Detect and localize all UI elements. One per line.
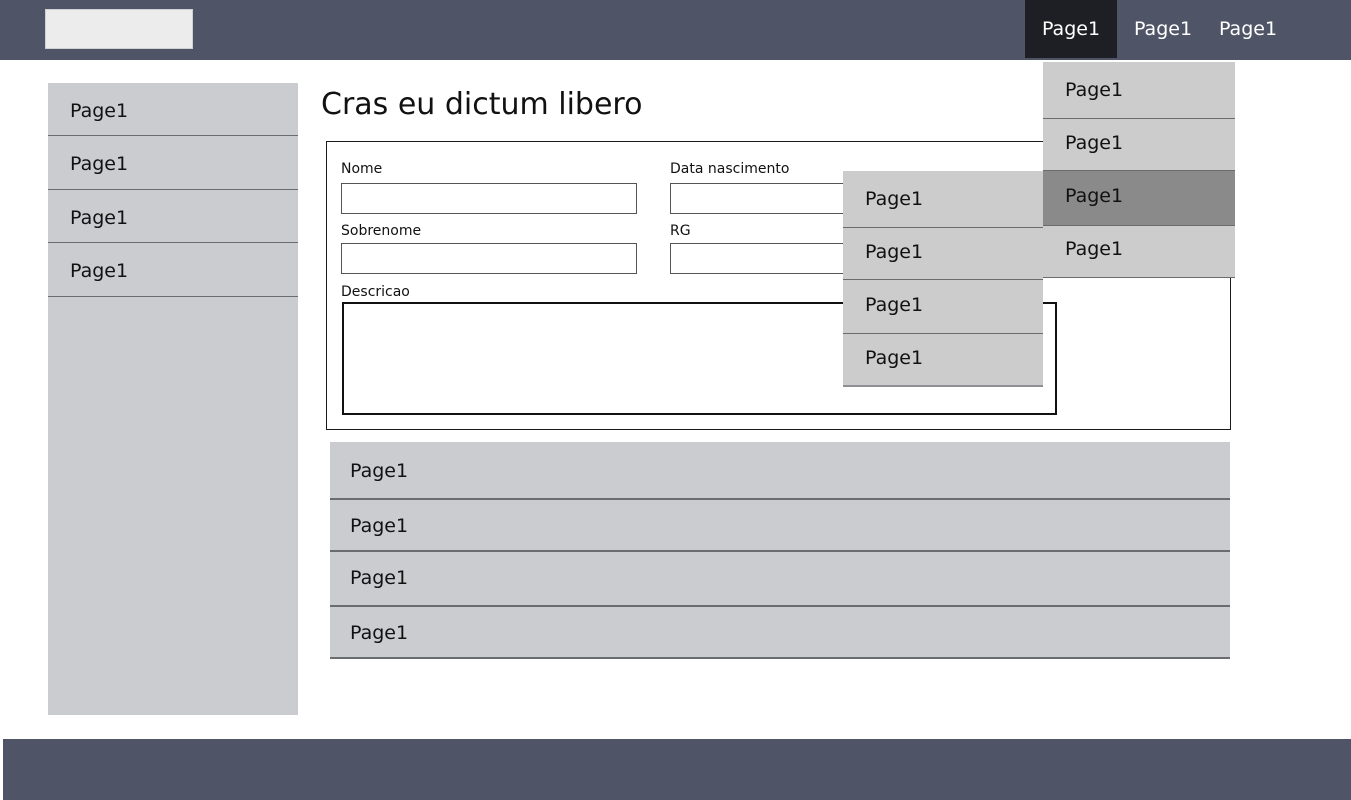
sobrenome-input[interactable]	[341, 243, 637, 274]
topnav-item-2[interactable]: Page1	[1126, 0, 1200, 58]
top-dropdown-item-1[interactable]: Page1	[1043, 62, 1235, 119]
sub-dropdown-menu: Page1 Page1 Page1 Page1	[843, 171, 1043, 387]
sub-dropdown-item-4[interactable]: Page1	[843, 334, 1043, 387]
sidebar-item-1[interactable]: Page1	[48, 83, 298, 136]
logo[interactable]	[45, 9, 193, 49]
sidebar-item-2[interactable]: Page1	[48, 136, 298, 190]
sidebar: Page1 Page1 Page1 Page1	[48, 83, 298, 715]
sub-dropdown-item-2[interactable]: Page1	[843, 228, 1043, 280]
top-dropdown-item-2[interactable]: Page1	[1043, 119, 1235, 171]
list-item-3[interactable]: Page1	[330, 552, 1230, 607]
sidebar-item-4[interactable]: Page1	[48, 243, 298, 297]
nome-input[interactable]	[341, 183, 637, 214]
list-item-4[interactable]: Page1	[330, 607, 1230, 659]
top-dropdown-item-4[interactable]: Page1	[1043, 226, 1235, 278]
sobrenome-label: Sobrenome	[341, 223, 422, 239]
top-dropdown-item-3[interactable]: Page1	[1043, 171, 1235, 226]
footer	[3, 739, 1351, 800]
rg-label: RG	[670, 223, 691, 239]
sub-dropdown-item-1[interactable]: Page1	[843, 171, 1043, 228]
list-item-2[interactable]: Page1	[330, 500, 1230, 552]
top-navbar: Page1 Page1 Page1	[0, 0, 1351, 60]
page-title: Cras eu dictum libero	[321, 87, 643, 122]
descricao-label: Descricao	[341, 284, 410, 300]
topnav-item-3[interactable]: Page1	[1210, 0, 1286, 58]
sidebar-item-3[interactable]: Page1	[48, 190, 298, 243]
topnav-item-1[interactable]: Page1	[1025, 0, 1117, 58]
data-nascimento-label: Data nascimento	[670, 161, 790, 177]
nome-label: Nome	[341, 161, 383, 177]
list-item-1[interactable]: Page1	[330, 442, 1230, 500]
content-list: Page1 Page1 Page1 Page1	[330, 442, 1230, 659]
sub-dropdown-item-3[interactable]: Page1	[843, 280, 1043, 334]
top-dropdown-menu: Page1 Page1 Page1 Page1	[1043, 62, 1235, 278]
